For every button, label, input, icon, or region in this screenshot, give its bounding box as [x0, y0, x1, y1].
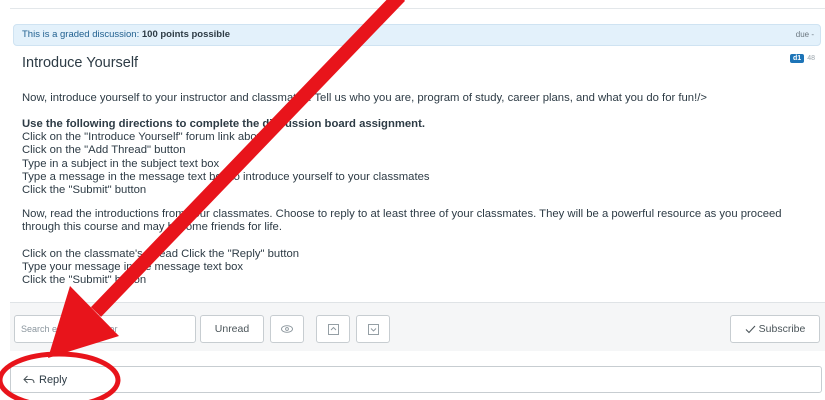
- total-count-badge: 48: [807, 55, 815, 62]
- direction-step: Click the "Submit" button: [22, 184, 147, 197]
- reply-count-badges: d1 48: [790, 54, 815, 63]
- direction-step: Type in a subject in the subject text bo…: [22, 157, 220, 170]
- unread-count-badge: d1: [790, 54, 805, 63]
- reply-button[interactable]: Reply: [10, 366, 822, 393]
- reply-directions: Click on the classmate's thread Click th…: [22, 248, 299, 288]
- checkmark-icon: [745, 325, 756, 333]
- reply-step: Type your message in the message text bo…: [22, 261, 244, 274]
- direction-step: Click on the "Introduce Yourself" forum …: [22, 131, 269, 144]
- direction-step: Click on the "Add Thread" button: [22, 144, 186, 157]
- subscribe-button[interactable]: Subscribe: [730, 315, 820, 343]
- intro-text: Now, introduce yourself to your instruct…: [22, 92, 707, 104]
- page-title: Introduce Yourself: [22, 55, 139, 71]
- direction-step: Type a message in the message text box t…: [22, 170, 430, 183]
- reply-step: Click on the classmate's thread Click th…: [22, 248, 300, 260]
- unread-filter-button[interactable]: Unread: [200, 315, 264, 343]
- graded-label: This is a graded discussion:: [22, 29, 140, 40]
- expand-replies-button[interactable]: [356, 315, 390, 343]
- discussion-page: This is a graded discussion: 100 points …: [0, 0, 825, 400]
- reply-arrow-icon: [23, 375, 35, 383]
- mark-all-read-button[interactable]: [270, 315, 304, 343]
- intro-paragraph: Now, introduce yourself to your instruct…: [22, 92, 707, 105]
- search-input[interactable]: Search entries or author: [14, 315, 196, 343]
- read-text: Now, read the introductions from your cl…: [22, 208, 782, 234]
- directions-block: Use the following directions to complete…: [22, 118, 430, 197]
- collapse-icon: [327, 323, 339, 335]
- reply-step: Click the "Submit" button: [22, 274, 147, 287]
- read-paragraph: Now, read the introductions from your cl…: [22, 208, 812, 234]
- expand-icon: [367, 323, 379, 335]
- top-strip: [10, 0, 825, 9]
- reply-label: Reply: [39, 373, 68, 386]
- points-possible: 100 points possible: [141, 29, 231, 40]
- graded-banner: This is a graded discussion: 100 points …: [13, 24, 821, 46]
- eye-icon: [281, 325, 293, 333]
- collapse-replies-button[interactable]: [316, 315, 350, 343]
- due-date: due -: [795, 30, 814, 39]
- subscribe-label: Subscribe: [758, 323, 806, 335]
- directions-heading: Use the following directions to complete…: [22, 118, 425, 130]
